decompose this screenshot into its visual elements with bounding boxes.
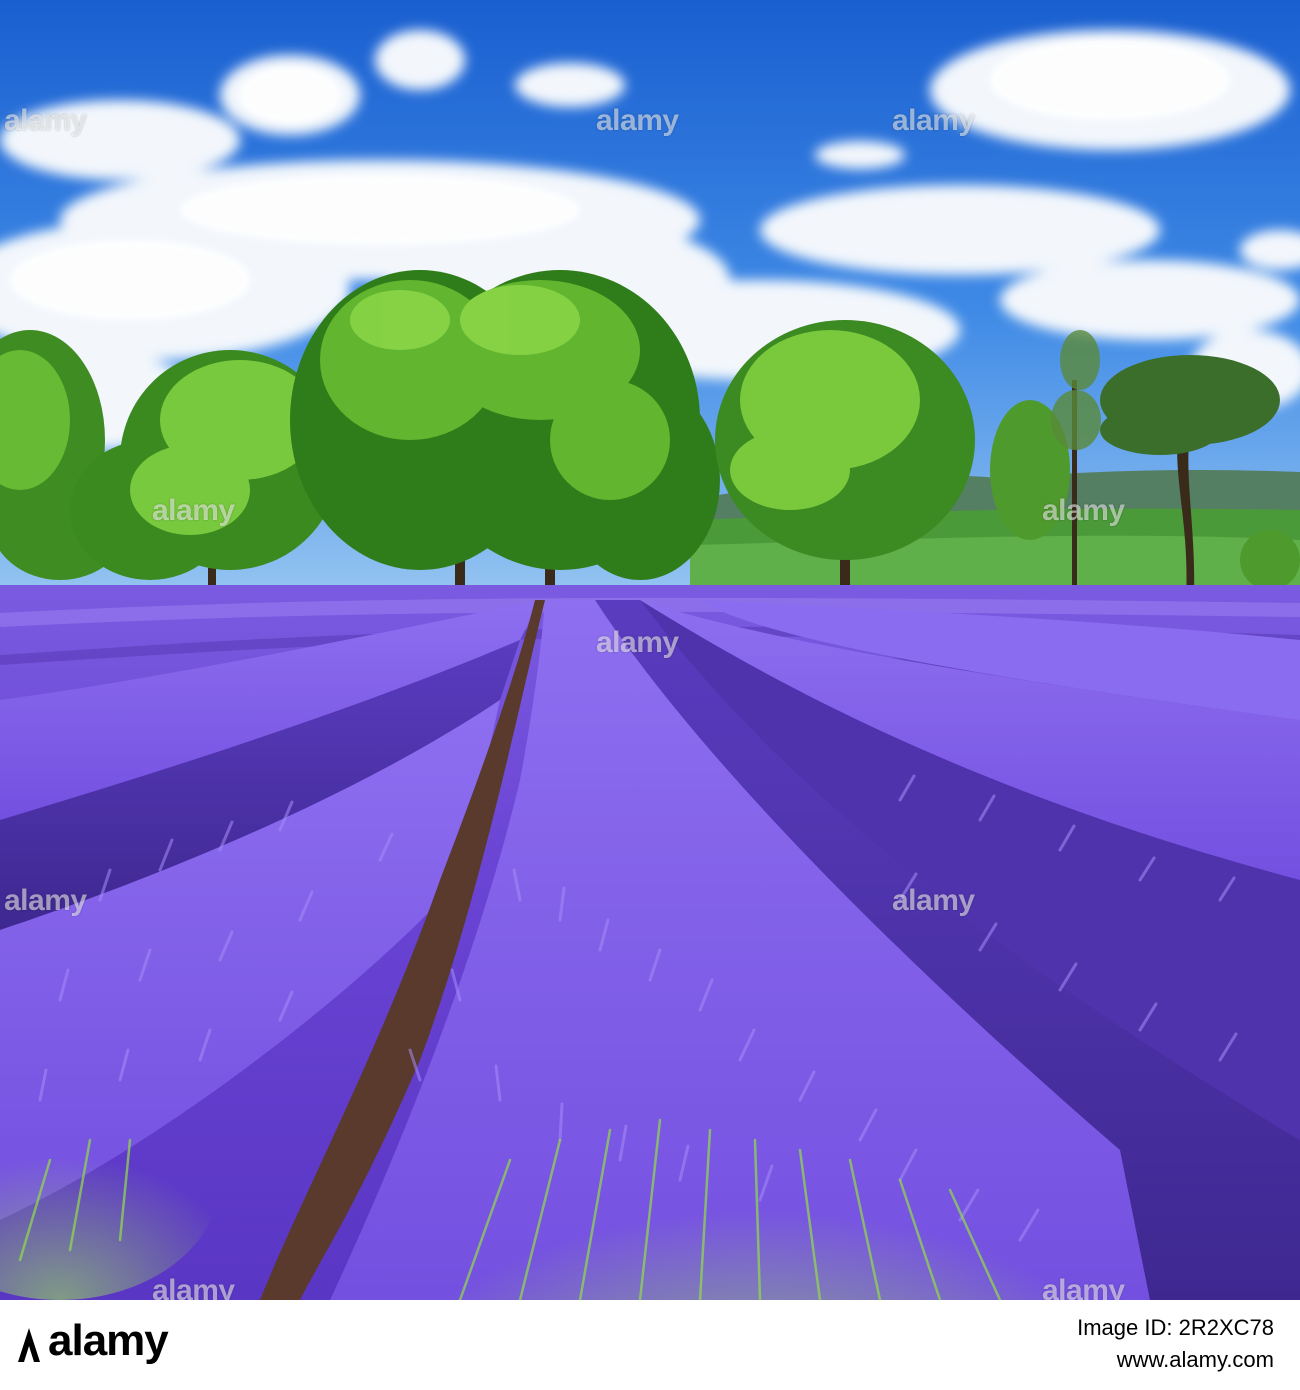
- watermark: alamy: [596, 104, 679, 137]
- watermark: alamy: [1042, 494, 1125, 527]
- watermark: alamy: [4, 884, 87, 917]
- watermark: alamy: [892, 104, 975, 137]
- image-id-label: Image ID:: [1077, 1315, 1173, 1340]
- landscape-photo: alamy alamy alamy alamy alamy alamy alam…: [0, 0, 1300, 1300]
- watermark: alamy: [4, 104, 87, 137]
- image-info: Image ID: 2R2XC78 www.alamy.com: [1077, 1312, 1274, 1376]
- alamy-logo-icon: [18, 1328, 40, 1362]
- footer-bar: alamy Image ID: 2R2XC78 www.alamy.com: [0, 1300, 1300, 1390]
- image-id-value: 2R2XC78: [1178, 1315, 1274, 1340]
- brand-logo: alamy: [48, 1316, 169, 1365]
- watermark: alamy: [152, 494, 235, 527]
- image-url: www.alamy.com: [1116, 1347, 1274, 1372]
- watermark: alamy: [152, 1274, 235, 1300]
- watermark: alamy: [1042, 1274, 1125, 1300]
- watermark: alamy: [892, 884, 975, 917]
- image-id-line: Image ID: 2R2XC78: [1077, 1312, 1274, 1344]
- watermark: alamy: [596, 626, 679, 659]
